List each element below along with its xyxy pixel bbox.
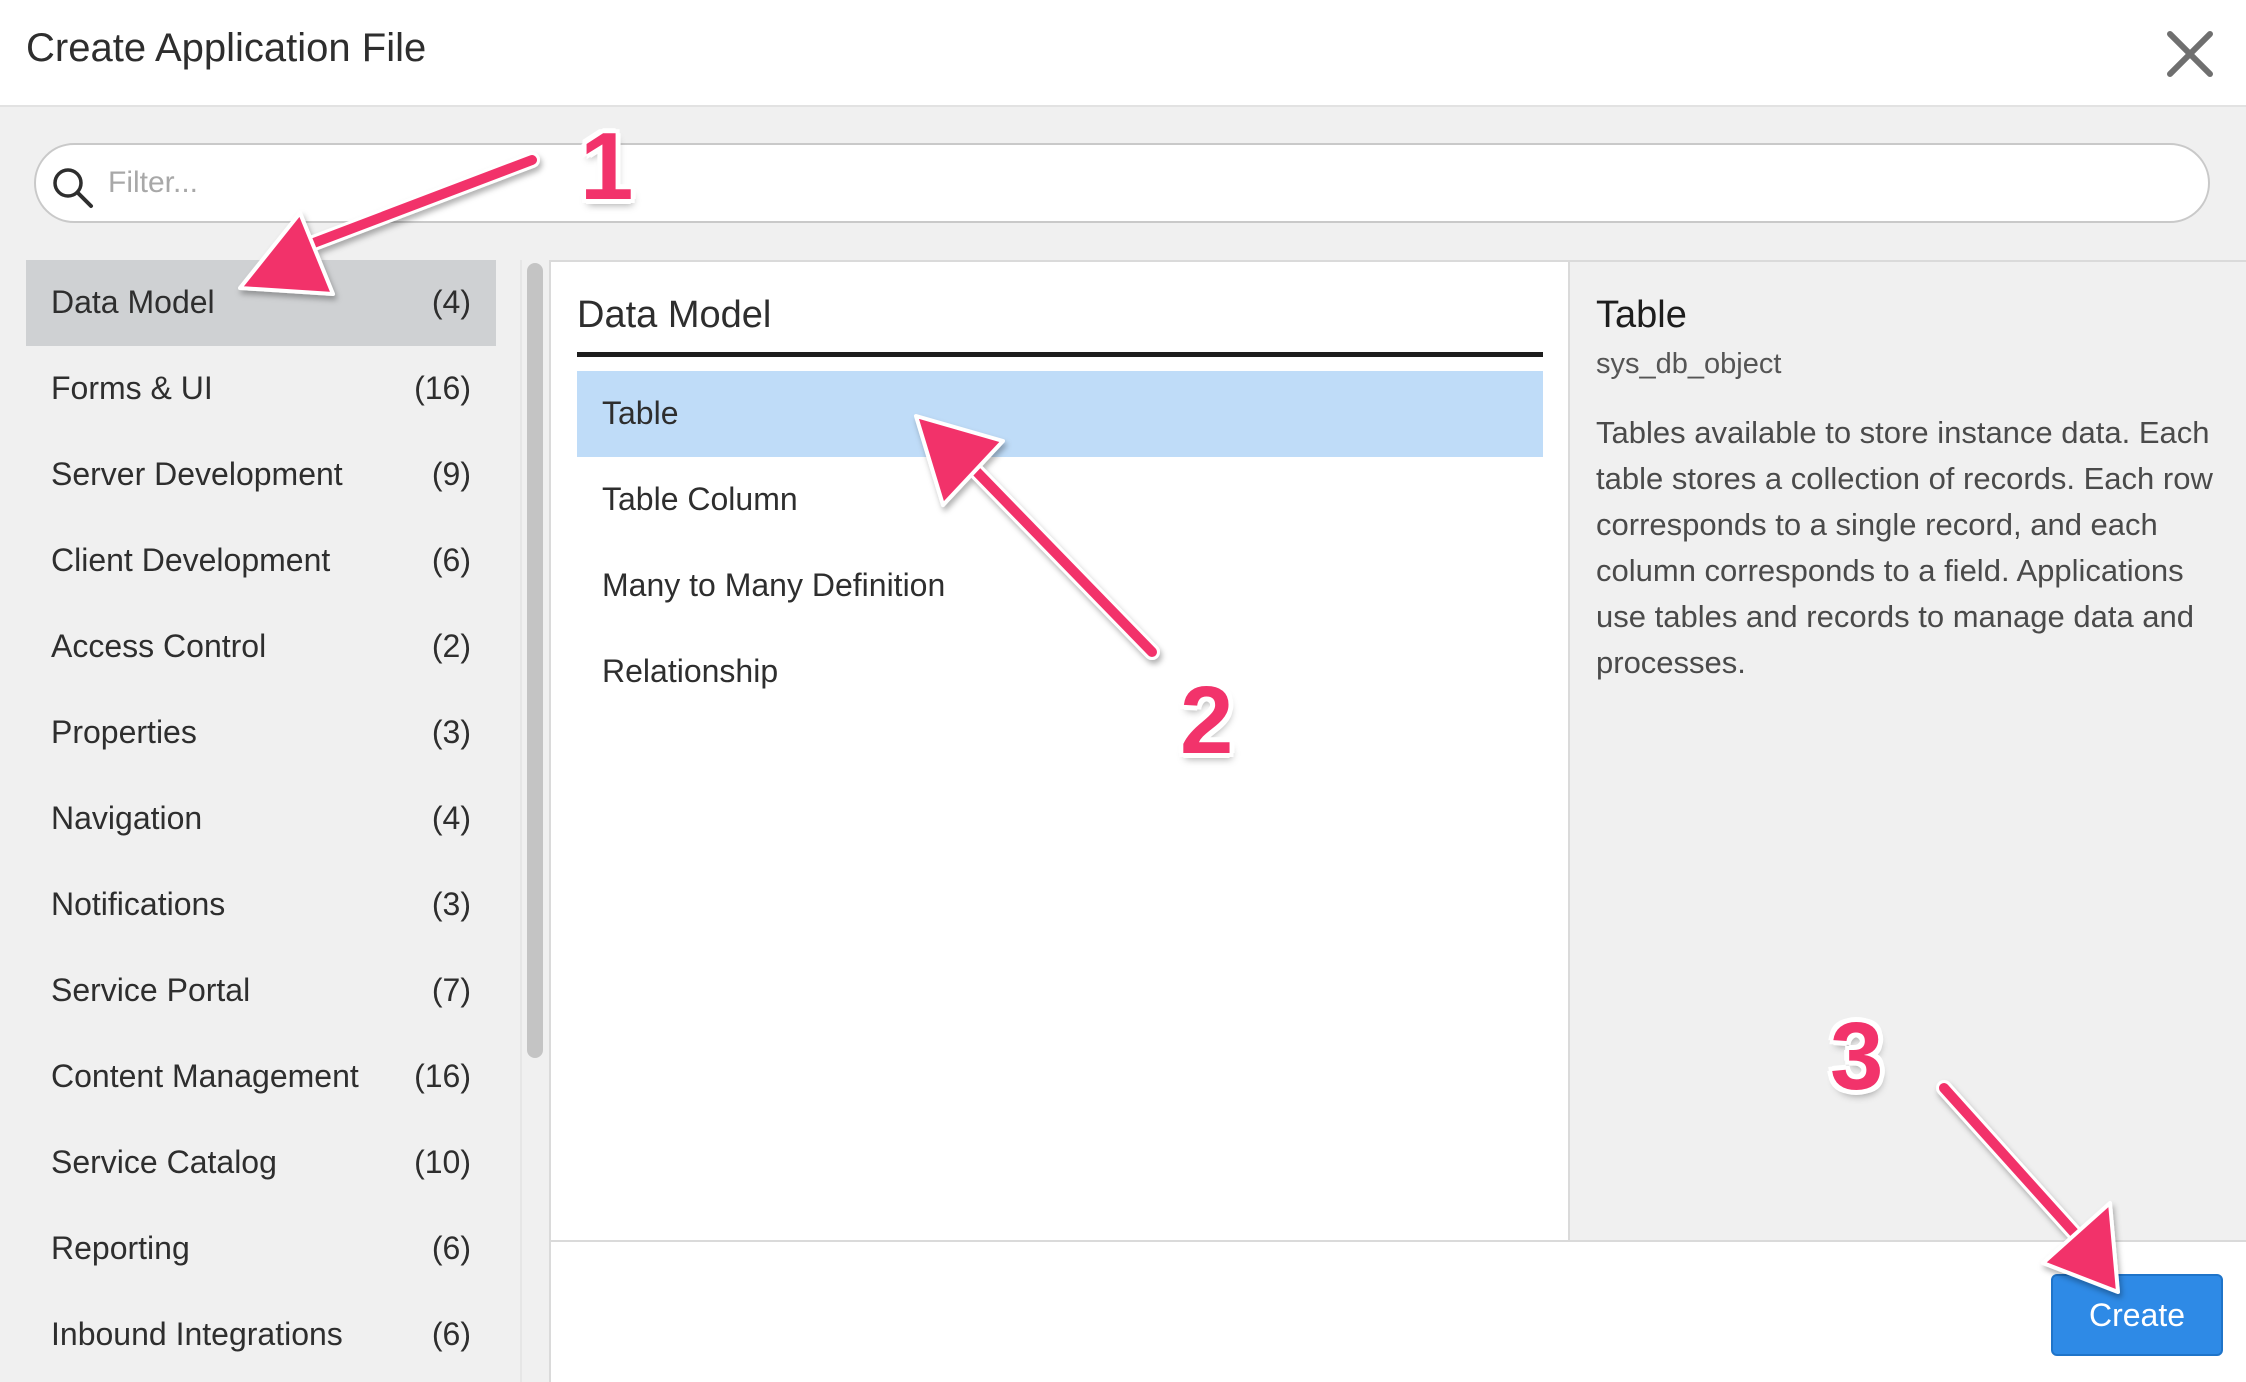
sidebar-item-navigation[interactable]: Navigation (4) bbox=[26, 776, 496, 862]
list-title: Data Model bbox=[577, 294, 772, 336]
create-application-file-dialog: Create Application File Data Model (4) F… bbox=[0, 0, 2246, 1382]
sidebar-item-count: (3) bbox=[431, 886, 471, 922]
filter-input[interactable] bbox=[106, 155, 2186, 211]
filter-field[interactable] bbox=[34, 143, 2210, 223]
sidebar-item-label: Forms & UI bbox=[51, 370, 213, 406]
sidebar-item-count: (6) bbox=[431, 1316, 471, 1352]
list-item-label: Table bbox=[602, 395, 679, 431]
sidebar-item-server-development[interactable]: Server Development (9) bbox=[26, 432, 496, 518]
sidebar-item-label: Notifications bbox=[51, 886, 226, 922]
sidebar-item-count: (4) bbox=[431, 800, 471, 836]
dialog-header: Create Application File bbox=[0, 0, 2246, 107]
dialog-footer: Create bbox=[549, 1240, 2246, 1382]
list-item-label: Many to Many Definition bbox=[602, 567, 946, 603]
create-button[interactable]: Create bbox=[2051, 1274, 2223, 1356]
sidebar-item-data-model[interactable]: Data Model (4) bbox=[26, 260, 496, 346]
sidebar-item-count: (6) bbox=[431, 542, 471, 578]
sidebar-item-service-portal[interactable]: Service Portal (7) bbox=[26, 948, 496, 1034]
sidebar-item-properties[interactable]: Properties (3) bbox=[26, 690, 496, 776]
sidebar-item-label: Server Development bbox=[51, 456, 343, 492]
sidebar-item-count: (7) bbox=[431, 972, 471, 1008]
sidebar-item-content-management[interactable]: Content Management (16) bbox=[26, 1034, 496, 1120]
sidebar-item-label: Access Control bbox=[51, 628, 267, 664]
detail-description: Tables available to store instance data.… bbox=[1596, 415, 2213, 680]
sidebar-item-label: Reporting bbox=[51, 1230, 190, 1266]
sidebar-item-label: Service Portal bbox=[51, 972, 251, 1008]
sidebar-item-count: (6) bbox=[431, 1230, 471, 1266]
list-item-many-to-many-definition[interactable]: Many to Many Definition bbox=[577, 543, 1543, 629]
detail-table-name: sys_db_object bbox=[1596, 348, 1782, 380]
sidebar-item-count: (3) bbox=[431, 714, 471, 750]
sidebar-item-access-control[interactable]: Access Control (2) bbox=[26, 604, 496, 690]
sidebar-item-label: Inbound Integrations bbox=[51, 1316, 343, 1352]
close-button[interactable] bbox=[2162, 26, 2218, 82]
list-title-divider bbox=[577, 352, 1543, 357]
list-item-relationship[interactable]: Relationship bbox=[577, 629, 1543, 715]
sidebar-item-reporting[interactable]: Reporting (6) bbox=[26, 1206, 496, 1292]
list-item-label: Table Column bbox=[602, 481, 798, 517]
file-type-list-panel: Data Model Table Table Column Many to Ma… bbox=[549, 260, 1570, 1240]
sidebar-item-label: Data Model bbox=[51, 284, 215, 320]
sidebar-item-count: (16) bbox=[414, 370, 471, 406]
sidebar-item-service-catalog[interactable]: Service Catalog (10) bbox=[26, 1120, 496, 1206]
sidebar-scrollbar[interactable] bbox=[527, 263, 543, 1058]
sidebar-item-count: (16) bbox=[414, 1058, 471, 1094]
sidebar-item-forms-ui[interactable]: Forms & UI (16) bbox=[26, 346, 496, 432]
sidebar-item-inbound-integrations[interactable]: Inbound Integrations (6) bbox=[26, 1292, 496, 1378]
sidebar-item-notifications[interactable]: Notifications (3) bbox=[26, 862, 496, 948]
sidebar-divider bbox=[520, 260, 522, 1382]
sidebar-item-count: (9) bbox=[431, 456, 471, 492]
sidebar-item-label: Navigation bbox=[51, 800, 203, 836]
sidebar-item-label: Properties bbox=[51, 714, 197, 750]
dialog-title: Create Application File bbox=[26, 26, 427, 70]
list-item-table-column[interactable]: Table Column bbox=[577, 457, 1543, 543]
sidebar-item-count: (10) bbox=[414, 1144, 471, 1180]
sidebar-item-label: Client Development bbox=[51, 542, 331, 578]
close-icon bbox=[2167, 31, 2213, 77]
sidebar-item-count: (2) bbox=[431, 628, 471, 664]
category-sidebar: Data Model (4) Forms & UI (16) Server De… bbox=[26, 260, 496, 1382]
sidebar-item-count: (4) bbox=[431, 284, 471, 320]
detail-panel: Table sys_db_object Tables available to … bbox=[1570, 260, 2246, 1240]
sidebar-item-label: Content Management bbox=[51, 1058, 359, 1094]
list-item-table[interactable]: Table bbox=[577, 371, 1543, 457]
sidebar-item-client-development[interactable]: Client Development (6) bbox=[26, 518, 496, 604]
sidebar-item-label: Service Catalog bbox=[51, 1144, 277, 1180]
detail-title: Table bbox=[1596, 294, 1687, 336]
search-icon bbox=[53, 168, 93, 208]
list-item-label: Relationship bbox=[602, 653, 779, 689]
